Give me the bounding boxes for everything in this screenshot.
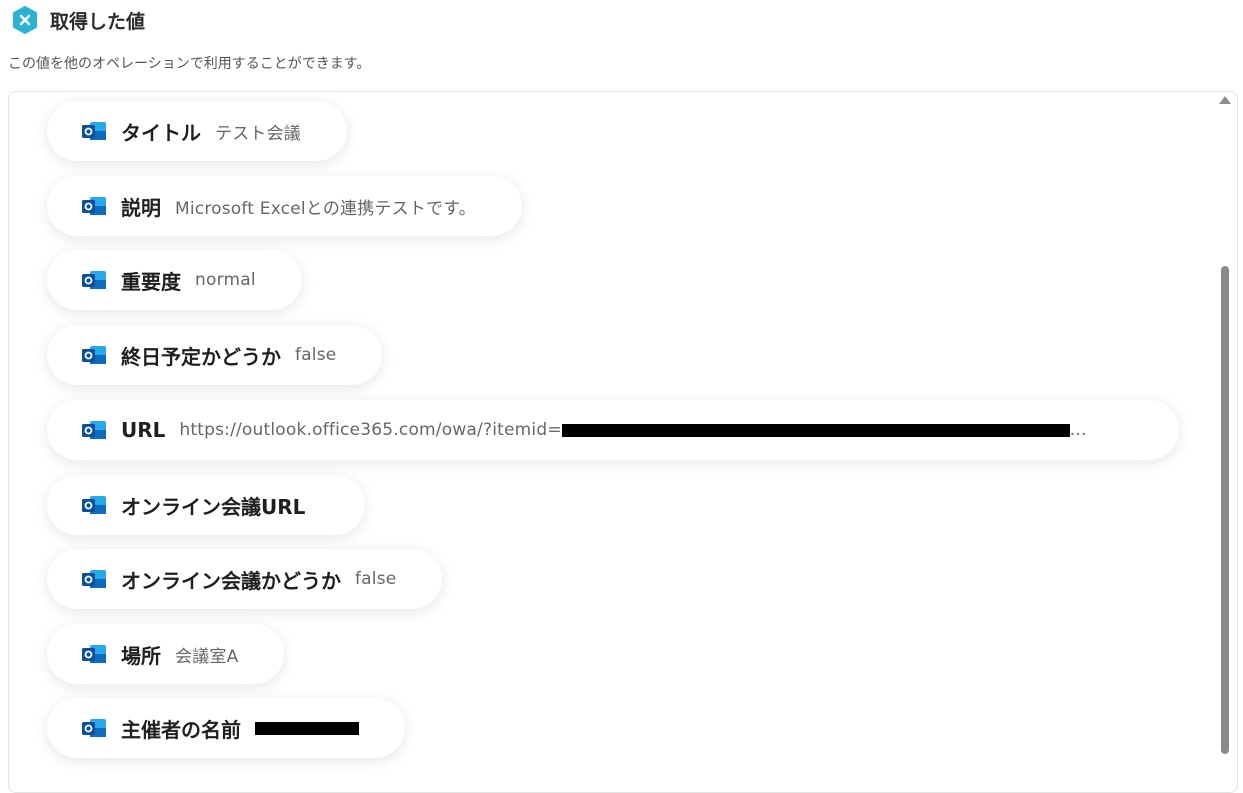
outlook-icon (82, 496, 106, 514)
redacted-block (561, 423, 1070, 437)
value-item-description[interactable]: 説明 Microsoft Excelとの連携テストです。 (47, 176, 522, 236)
outlook-icon (82, 271, 106, 289)
item-value: テスト会議 (215, 123, 301, 144)
redacted-block (255, 721, 359, 735)
item-value: false (295, 345, 337, 365)
item-value (255, 718, 359, 738)
outlook-icon (82, 122, 106, 140)
item-value: false (355, 569, 397, 589)
x-hexagon-icon (10, 5, 40, 35)
value-item-online-meeting-url[interactable]: オンライン会議URL (47, 475, 366, 535)
value-item-importance[interactable]: 重要度 normal (47, 250, 302, 310)
item-label: URL (121, 418, 166, 442)
value-item-all-day[interactable]: 終日予定かどうか false (47, 325, 383, 385)
scrollbar-thumb[interactable] (1221, 266, 1229, 754)
item-value: https://outlook.office365.com/owa/?itemi… (179, 420, 1086, 440)
scrollbar[interactable] (1219, 96, 1231, 764)
item-label: 場所 (121, 643, 161, 668)
outlook-icon (82, 645, 106, 663)
outlook-icon (82, 421, 106, 439)
item-value: 会議室A (175, 646, 239, 667)
item-value: normal (195, 270, 256, 290)
item-value: Microsoft Excelとの連携テストです。 (175, 198, 476, 219)
page-title: 取得した値 (50, 10, 146, 33)
scroll-up-arrow-icon[interactable] (1219, 96, 1231, 104)
item-label: 重要度 (121, 269, 181, 294)
value-item-location[interactable]: 場所 会議室A (47, 624, 285, 684)
outlook-icon (82, 346, 106, 364)
url-text: https://outlook.office365.com/owa/?itemi… (179, 420, 562, 440)
page-subtitle: この値を他のオペレーションで利用することができます。 (8, 56, 371, 72)
item-label: タイトル (121, 120, 201, 145)
item-label: 終日予定かどうか (121, 344, 281, 369)
value-item-is-online-meeting[interactable]: オンライン会議かどうか false (47, 549, 443, 609)
page-header: 取得した値 (10, 4, 145, 36)
outlook-icon (82, 719, 106, 737)
value-item-organizer-name[interactable]: 主催者の名前 (47, 698, 405, 758)
values-panel[interactable]: タイトル テスト会議 説明 Microsoft Excelとの連携テストです。 … (8, 91, 1238, 793)
item-label: オンライン会議URL (121, 494, 306, 519)
outlook-icon (82, 570, 106, 588)
item-label: オンライン会議かどうか (121, 568, 341, 593)
outlook-icon (82, 197, 106, 215)
url-ellipsis: ... (1069, 420, 1087, 440)
item-label: 説明 (121, 195, 161, 220)
value-item-url[interactable]: URL https://outlook.office365.com/owa/?i… (47, 400, 1179, 460)
value-item-title[interactable]: タイトル テスト会議 (47, 101, 347, 161)
item-label: 主催者の名前 (121, 717, 241, 742)
